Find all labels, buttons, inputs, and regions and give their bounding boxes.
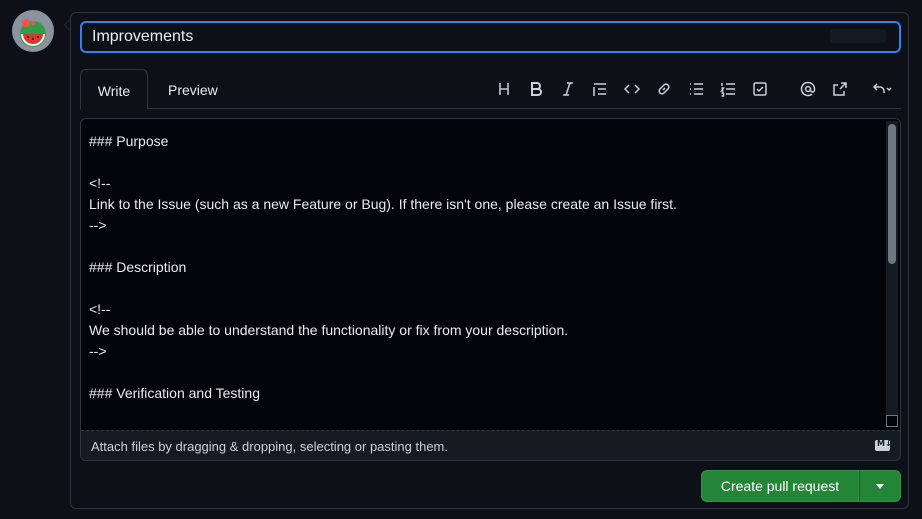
pull-request-form: Write Preview: [70, 12, 909, 509]
attach-files-text: Attach files by dragging & dropping, sel…: [91, 439, 448, 454]
comment-editor: Write Preview ### Purpose <!-- Link to t…: [80, 69, 901, 461]
avatar[interactable]: [12, 10, 54, 52]
bold-icon[interactable]: [524, 77, 548, 101]
link-icon[interactable]: [652, 77, 676, 101]
triangle-down-icon: [876, 483, 884, 489]
ordered-list-icon[interactable]: [716, 77, 740, 101]
markdown-icon[interactable]: M↓: [875, 439, 892, 451]
tab-write[interactable]: Write: [80, 69, 148, 110]
scrollbar-thumb[interactable]: [888, 124, 896, 264]
body-text[interactable]: ### Purpose <!-- Link to the Issue (such…: [89, 131, 878, 430]
heading-icon[interactable]: [492, 77, 516, 101]
editor-tabbar: Write Preview: [80, 69, 901, 110]
quote-icon[interactable]: [588, 77, 612, 101]
attach-files-bar[interactable]: Attach files by dragging & dropping, sel…: [81, 430, 900, 460]
create-pr-dropdown-button[interactable]: [859, 470, 901, 502]
task-list-icon[interactable]: [748, 77, 772, 101]
mention-icon[interactable]: [796, 77, 820, 101]
undo-icon[interactable]: [866, 77, 898, 101]
italic-icon[interactable]: [556, 77, 580, 101]
create-pr-button-group: Create pull request: [701, 470, 901, 502]
code-icon[interactable]: [620, 77, 644, 101]
unordered-list-icon[interactable]: [684, 77, 708, 101]
reference-icon[interactable]: [828, 77, 852, 101]
title-input[interactable]: [80, 21, 901, 53]
body-textarea[interactable]: ### Purpose <!-- Link to the Issue (such…: [80, 118, 901, 461]
title-input-overlay: [830, 29, 886, 43]
create-pull-request-button[interactable]: Create pull request: [701, 470, 859, 502]
avatar-image: [12, 10, 54, 52]
tab-preview[interactable]: Preview: [152, 69, 234, 109]
resize-handle[interactable]: [886, 415, 898, 427]
